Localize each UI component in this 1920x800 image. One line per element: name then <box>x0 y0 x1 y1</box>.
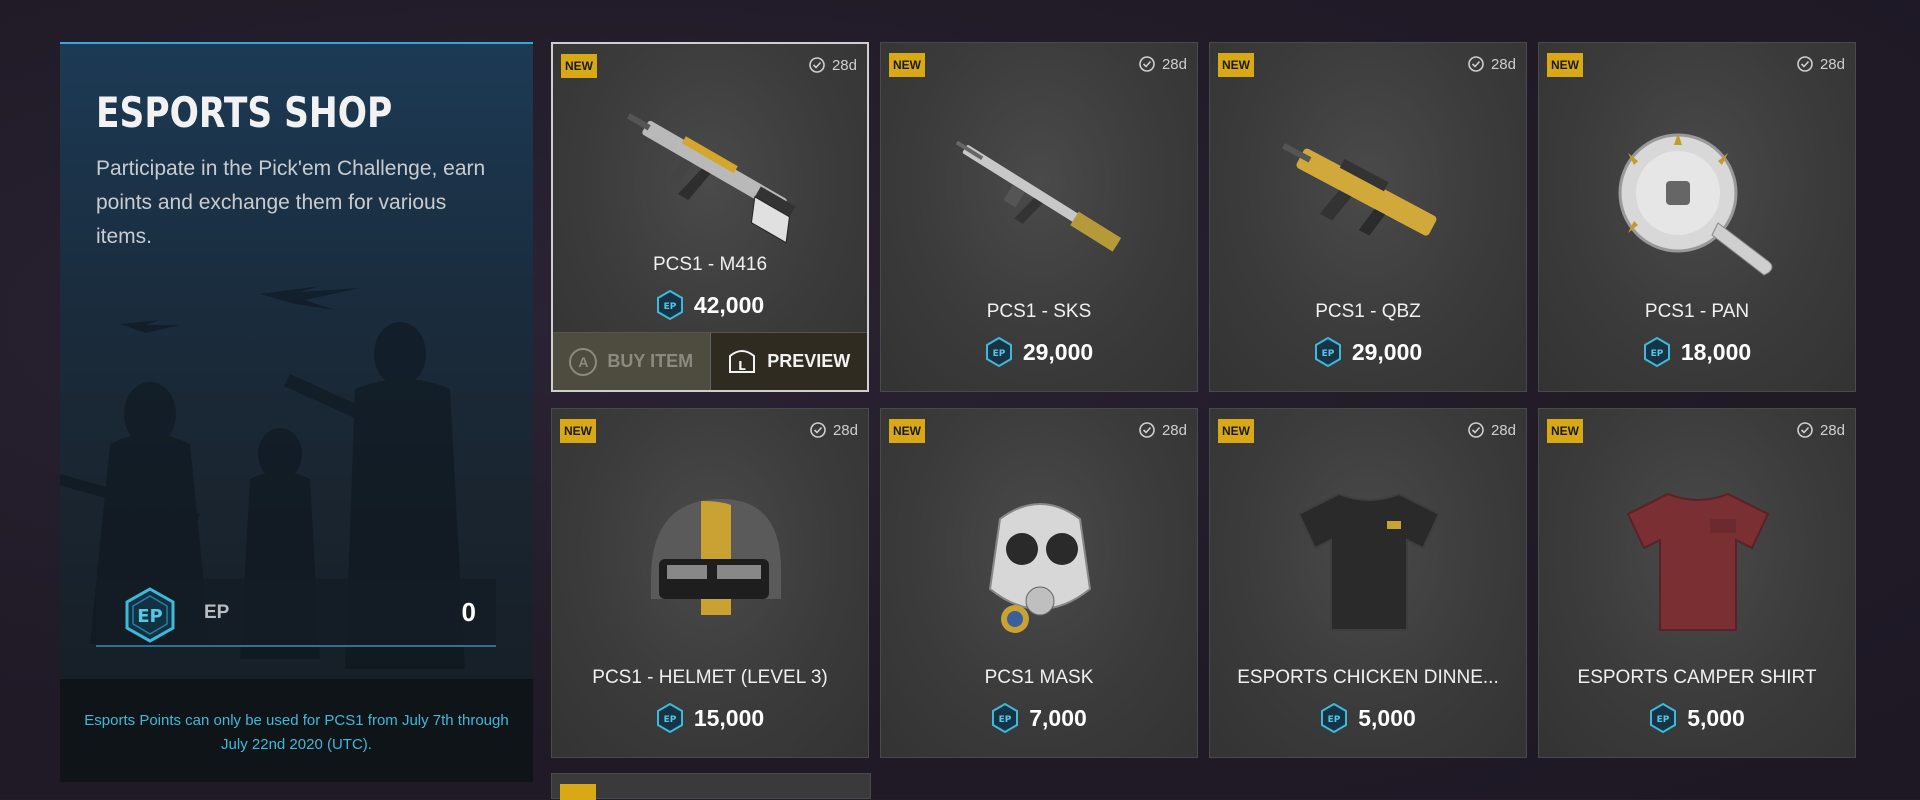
red-shirt-icon <box>1626 492 1770 631</box>
item-name: PCS1 - HELMET (LEVEL 3) <box>592 667 828 688</box>
item-card-mask[interactable]: NEW 28d PCS1 MASK EP 7,000 <box>880 408 1198 758</box>
item-card-helmet[interactable]: NEW 28d PCS1 - HELMET (LEVEL 3) EP 15,00… <box>551 408 869 758</box>
clock-check-icon <box>1468 422 1484 438</box>
clock-check-icon <box>1797 422 1813 438</box>
clock-check-icon <box>1139 56 1155 72</box>
duration-label: 28d <box>1138 421 1187 439</box>
new-badge: NEW <box>1218 419 1254 443</box>
item-name: PCS1 - SKS <box>986 301 1092 322</box>
item-price: EP 29,000 <box>881 337 1197 367</box>
new-badge: NEW <box>560 419 596 443</box>
clock-check-icon <box>1139 422 1155 438</box>
rifle-m416-icon <box>626 113 796 244</box>
svg-text:EP: EP <box>1321 349 1334 359</box>
ep-currency-icon: EP <box>985 337 1012 367</box>
item-name: ESPORTS CAMPER SHIRT <box>1577 667 1817 688</box>
new-badge <box>560 784 596 800</box>
helmet-icon <box>651 499 781 615</box>
svg-text:EP: EP <box>663 715 676 725</box>
item-price: EP 5,000 <box>1210 703 1526 733</box>
item-card-sks[interactable]: NEW 28d PCS1 - SKS EP 29,000 <box>880 42 1198 392</box>
item-price: EP 7,000 <box>881 703 1197 733</box>
a-button-icon: A <box>569 347 598 376</box>
item-name: PCS1 - QBZ <box>1315 301 1421 322</box>
svg-text:EP: EP <box>1657 715 1670 725</box>
ep-note-footer: Esports Points can only be used for PCS1… <box>60 679 533 782</box>
duration-label: 28d <box>1796 55 1845 73</box>
item-price: EP 29,000 <box>1210 337 1526 367</box>
item-card-camper-shirt[interactable]: NEW 28d ESPORTS CAMPER SHIRT EP 5,000 <box>1538 408 1856 758</box>
svg-text:EP: EP <box>999 715 1012 725</box>
svg-text:EP: EP <box>1328 715 1341 725</box>
duration-label: 28d <box>808 56 857 74</box>
duration-label: 28d <box>1467 55 1516 73</box>
clock-check-icon <box>1797 56 1813 72</box>
svg-text:L: L <box>738 359 746 373</box>
buy-item-button[interactable]: A BUY ITEM <box>553 333 711 390</box>
ep-usage-note: Esports Points can only be used for PCS1… <box>84 712 509 753</box>
item-name: PCS1 MASK <box>984 667 1094 688</box>
ep-balance: EP EP 0 <box>96 579 496 647</box>
item-price: EP 5,000 <box>1539 703 1855 733</box>
ep-currency-icon: EP <box>1321 703 1348 733</box>
preview-button[interactable]: L PREVIEW <box>710 333 867 390</box>
esports-shop-panel: ESPORTS SHOP Participate in the Pick'em … <box>60 42 533 782</box>
clock-check-icon <box>810 422 826 438</box>
l-trigger-icon: L <box>729 349 756 373</box>
duration-label: 28d <box>1796 421 1845 439</box>
duration-label: 28d <box>809 421 858 439</box>
new-badge: NEW <box>1547 419 1583 443</box>
item-price: EP 42,000 <box>553 290 867 320</box>
card-actions: A BUY ITEM L PREVIEW <box>553 332 867 390</box>
shop-title: ESPORTS SHOP <box>96 88 393 137</box>
item-name: ESPORTS CHICKEN DINNE... <box>1237 667 1499 688</box>
item-card-chicken-dinner-shirt[interactable]: NEW 28d ESPORTS CHICKEN DINNE... EP 5,00… <box>1209 408 1527 758</box>
svg-text:EP: EP <box>137 606 163 627</box>
item-card-m416[interactable]: NEW 28d PCS1 - M416 EP 42,000 A BUY ITEM… <box>551 42 869 392</box>
ep-currency-icon: EP <box>992 703 1019 733</box>
item-price: EP 15,000 <box>552 703 868 733</box>
new-badge: NEW <box>561 54 597 78</box>
clock-check-icon <box>1468 56 1484 72</box>
ep-label: EP <box>204 602 230 623</box>
new-badge: NEW <box>889 419 925 443</box>
ep-currency-icon: EP <box>1643 337 1670 367</box>
svg-text:EP: EP <box>663 302 676 312</box>
black-shirt-icon <box>1297 492 1441 631</box>
pan-icon <box>1618 133 1773 276</box>
new-badge: NEW <box>889 53 925 77</box>
ep-currency-icon: EP <box>1314 337 1341 367</box>
clock-check-icon <box>809 57 825 73</box>
ep-currency-icon: EP <box>656 703 683 733</box>
item-card-next-row[interactable] <box>551 773 871 800</box>
svg-text:EP: EP <box>992 349 1005 359</box>
duration-label: 28d <box>1138 55 1187 73</box>
item-name: PCS1 - M416 <box>652 254 768 275</box>
gas-mask-icon <box>988 503 1092 633</box>
duration-label: 28d <box>1467 421 1516 439</box>
new-badge: NEW <box>1547 53 1583 77</box>
squad-background-art <box>60 286 465 669</box>
rifle-qbz-icon <box>1282 143 1437 236</box>
item-card-pan[interactable]: NEW 28d PCS1 - PAN EP 18,000 <box>1538 42 1856 392</box>
ep-hex-icon: EP <box>125 587 175 643</box>
item-name: PCS1 - PAN <box>1644 301 1750 322</box>
shop-description: Participate in the Pick'em Challenge, ea… <box>96 157 486 248</box>
rifle-sks-icon <box>955 140 1122 252</box>
ep-currency-icon: EP <box>656 290 683 320</box>
ep-currency-icon: EP <box>1650 703 1677 733</box>
item-card-qbz[interactable]: NEW 28d PCS1 - QBZ EP 29,000 <box>1209 42 1527 392</box>
new-badge: NEW <box>1218 53 1254 77</box>
svg-text:EP: EP <box>1650 349 1663 359</box>
item-price: EP 18,000 <box>1539 337 1855 367</box>
ep-value: 0 <box>461 597 476 627</box>
